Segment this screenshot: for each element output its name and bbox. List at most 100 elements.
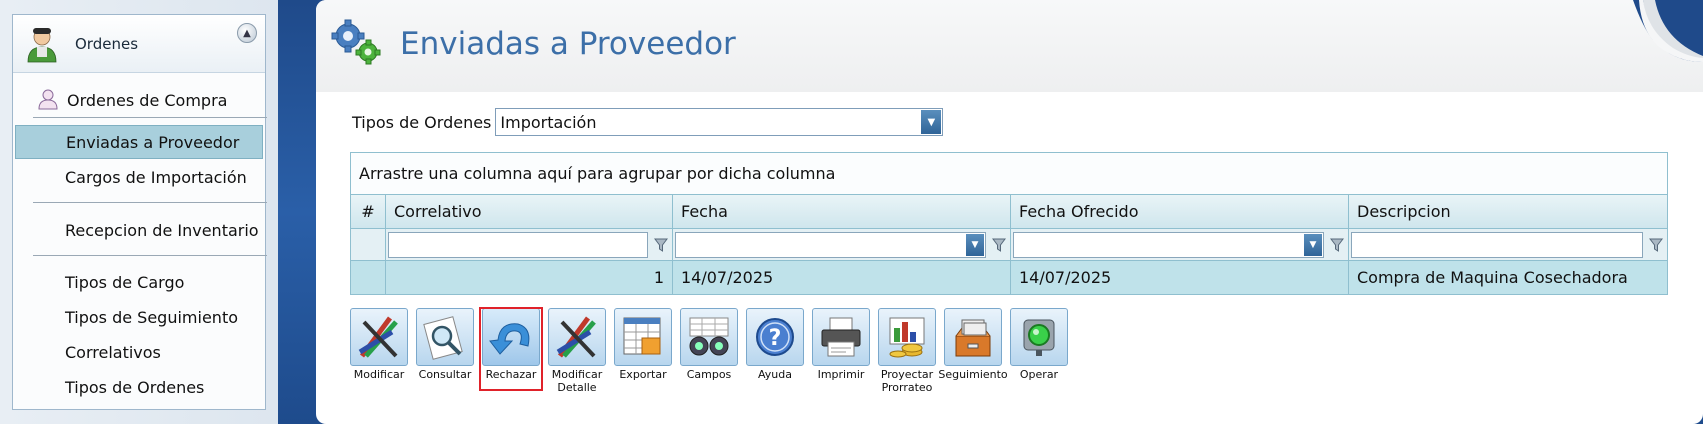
pencils-icon xyxy=(556,316,596,358)
sidebar-item-tipos-de-seguimiento[interactable]: Tipos de Seguimiento xyxy=(15,300,263,334)
sidebar-item-tipos-de-ordenes[interactable]: Tipos de Ordenes xyxy=(15,370,263,404)
fecha-filter-input[interactable]: ▼ xyxy=(675,231,986,258)
operar-label: Operar xyxy=(1019,368,1059,381)
row-index-cell xyxy=(351,261,386,294)
rechazar-highlight xyxy=(479,307,543,391)
column-header-fecha-ofrecido[interactable]: Fecha Ofrecido xyxy=(1011,195,1349,228)
chevron-down-icon[interactable]: ▼ xyxy=(1304,233,1322,256)
proyectar-prorrateo-button[interactable]: Proyectar Prorrateo xyxy=(874,308,940,394)
filter-cell-fecha-ofrecido: ▼ xyxy=(1011,229,1349,260)
grid-header-row: # Correlativo Fecha Fecha Ofrecido Descr… xyxy=(351,195,1667,229)
user-avatar-icon xyxy=(27,28,57,63)
binoculars-icon xyxy=(689,317,729,356)
correlativo-cell: 1 xyxy=(386,261,673,294)
operar-button[interactable]: Operar xyxy=(1006,308,1072,381)
exportar-button[interactable]: Exportar xyxy=(610,308,676,381)
order-type-value: Importación xyxy=(500,113,597,132)
label-line-1: Proyectar xyxy=(880,368,934,381)
page-title: Enviadas a Proveedor xyxy=(400,26,736,62)
filter-funnel-icon[interactable] xyxy=(652,236,670,254)
sidebar-item-label: Ordenes de Compra xyxy=(67,90,228,110)
descripcion-cell: Compra de Maquina Cosechadora xyxy=(1357,268,1628,287)
column-header-descripcion[interactable]: Descripcion xyxy=(1349,195,1667,228)
filter-cell-fecha: ▼ xyxy=(673,229,1011,260)
column-header-correlativo[interactable]: Correlativo xyxy=(386,195,673,228)
help-icon: ? xyxy=(756,318,794,356)
printer-icon xyxy=(821,317,861,357)
orders-grid: Arrastre una columna aquí para agrupar p… xyxy=(350,152,1668,295)
collapse-up-icon[interactable]: ▲ xyxy=(237,23,257,43)
column-header-fecha[interactable]: Fecha xyxy=(673,195,1011,228)
sidebar-divider xyxy=(33,202,267,203)
sidebar-item-label: Tipos de Seguimiento xyxy=(65,307,238,327)
coins-chart-icon xyxy=(889,317,925,358)
traffic-light-icon xyxy=(1023,319,1055,356)
gears-icon xyxy=(331,19,381,65)
sidebar-panel: Ordenes ▲ Ordenes de Compra Enviadas a P… xyxy=(12,14,267,410)
sidebar-item-label: Enviadas a Proveedor xyxy=(66,132,240,152)
fecha-cell: 14/07/2025 xyxy=(673,261,1011,294)
sidebar-item-label: Cargos de Importación xyxy=(65,167,247,187)
sidebar-item-label: Tipos de Ordenes xyxy=(65,377,205,397)
sidebar-header[interactable]: Ordenes ▲ xyxy=(13,15,265,73)
sidebar-divider xyxy=(33,255,267,256)
group-by-drop-area[interactable]: Arrastre una columna aquí para agrupar p… xyxy=(351,153,1667,195)
order-type-filter: Tipos de Ordenes Importación ▼ xyxy=(352,108,944,136)
column-header-index[interactable]: # xyxy=(351,195,386,228)
filter-cell-descripcion xyxy=(1349,229,1667,260)
main-panel: Enviadas a Proveedor Tipos de Ordenes Im… xyxy=(316,0,1703,424)
sidebar-header-title: Ordenes xyxy=(75,35,139,53)
imprimir-label: Imprimir xyxy=(817,368,865,381)
label-line-2: Detalle xyxy=(557,381,597,394)
descripcion-filter-input[interactable] xyxy=(1351,231,1643,258)
exportar-label: Exportar xyxy=(619,368,667,381)
sidebar: Ordenes ▲ Ordenes de Compra Enviadas a P… xyxy=(0,0,278,424)
fecha-ofrecido-filter-input[interactable]: ▼ xyxy=(1013,231,1324,258)
page-header: Enviadas a Proveedor xyxy=(316,0,1703,92)
pencils-icon xyxy=(358,316,398,358)
magnifier-icon xyxy=(423,316,463,360)
ayuda-button[interactable]: ? Ayuda xyxy=(742,308,808,381)
seguimiento-label: Seguimiento xyxy=(938,368,1008,381)
card-file-icon xyxy=(955,319,991,357)
modificar-detalle-label: Modificar Detalle xyxy=(552,368,603,394)
filter-funnel-icon[interactable] xyxy=(990,236,1008,254)
sidebar-item-correlativos[interactable]: Correlativos xyxy=(15,335,263,369)
sidebar-item-tipos-de-cargo[interactable]: Tipos de Cargo xyxy=(15,265,263,299)
correlativo-filter-input[interactable] xyxy=(388,231,648,258)
sidebar-item-recepcion-de-inventario[interactable]: Recepcion de Inventario xyxy=(15,213,263,247)
sidebar-divider xyxy=(33,117,267,118)
svg-text:?: ? xyxy=(769,326,782,351)
filter-cell-correlativo xyxy=(386,229,673,260)
fecha-ofrecido-cell: 14/07/2025 xyxy=(1011,261,1349,294)
sidebar-item-label: Tipos de Cargo xyxy=(65,272,185,292)
sidebar-item-label: Recepcion de Inventario xyxy=(65,220,259,240)
chevron-down-icon[interactable]: ▼ xyxy=(966,233,984,256)
campos-button[interactable]: Campos xyxy=(676,308,742,381)
page-curl-decoration xyxy=(1633,0,1703,62)
label-line-2: Prorrateo xyxy=(881,381,933,394)
consultar-button[interactable]: Consultar xyxy=(412,308,478,381)
proyectar-prorrateo-label: Proyectar Prorrateo xyxy=(881,368,933,394)
sidebar-item-cargos-de-importacion[interactable]: Cargos de Importación xyxy=(15,160,263,194)
sidebar-item-enviadas-a-proveedor[interactable]: Enviadas a Proveedor xyxy=(15,125,263,159)
seguimiento-button[interactable]: Seguimiento xyxy=(938,308,1008,381)
sidebar-item-ordenes-de-compra[interactable]: Ordenes de Compra xyxy=(15,83,263,117)
ayuda-label: Ayuda xyxy=(758,368,792,381)
modificar-label: Modificar xyxy=(353,368,405,381)
sidebar-item-label: Correlativos xyxy=(65,342,161,362)
grid-filter-row: ▼ ▼ xyxy=(351,229,1667,261)
chevron-down-icon[interactable]: ▼ xyxy=(921,110,942,134)
order-type-select[interactable]: Importación ▼ xyxy=(495,108,944,136)
filter-funnel-icon[interactable] xyxy=(1647,236,1665,254)
modificar-detalle-button[interactable]: Modificar Detalle xyxy=(544,308,610,394)
modificar-button[interactable]: Modificar xyxy=(346,308,412,381)
label-line-1: Modificar xyxy=(551,368,603,381)
spreadsheet-icon xyxy=(623,317,661,355)
filter-label: Tipos de Ordenes xyxy=(352,112,492,132)
filter-funnel-icon[interactable] xyxy=(1328,236,1346,254)
consultar-label: Consultar xyxy=(418,368,472,381)
imprimir-button[interactable]: Imprimir xyxy=(808,308,874,381)
filter-cell-index xyxy=(351,229,386,260)
table-row[interactable]: 1 14/07/2025 14/07/2025 Compra de Maquin… xyxy=(351,261,1667,294)
